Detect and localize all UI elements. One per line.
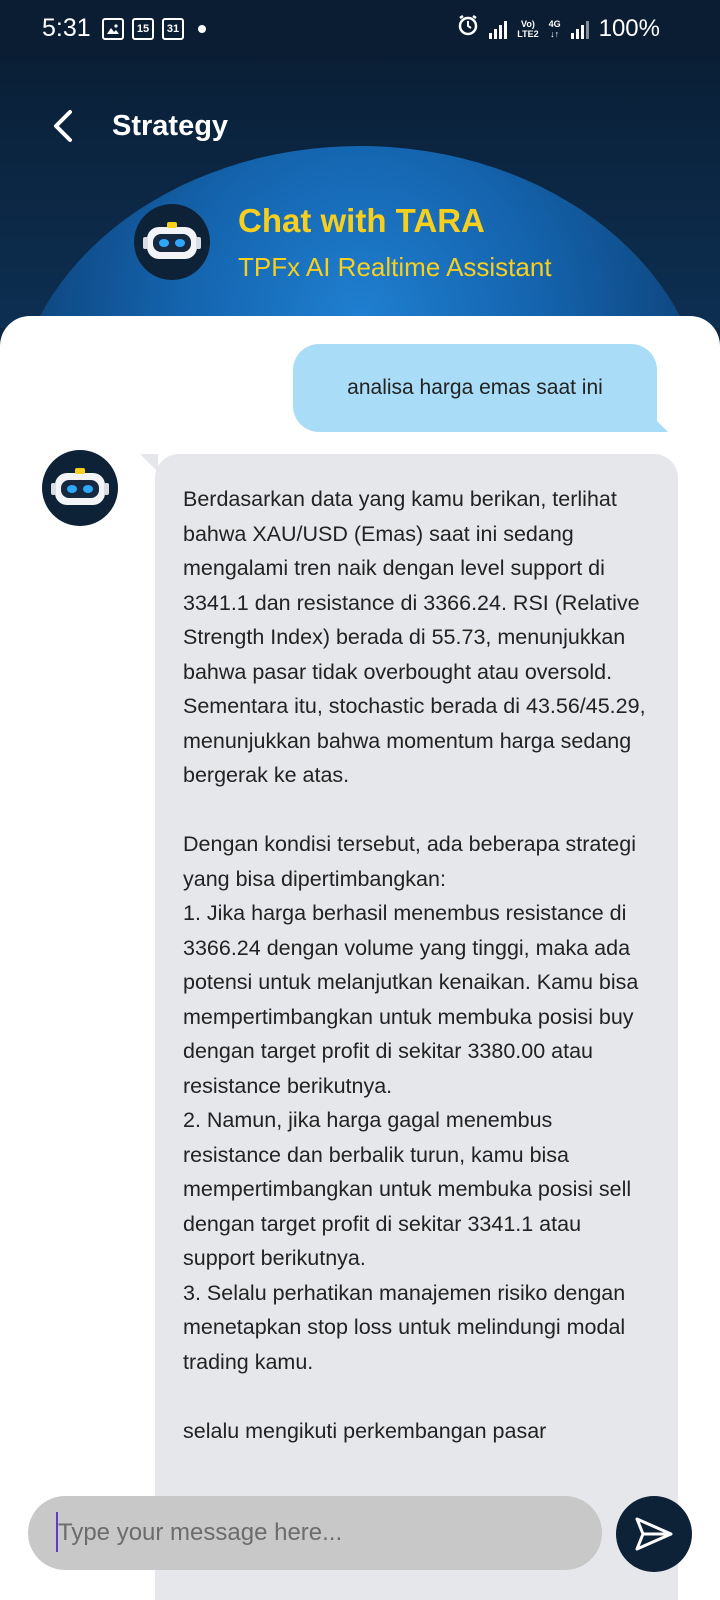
battery-percent: 100%: [598, 14, 660, 42]
bot-message-text: Berdasarkan data yang kamu berikan, terl…: [183, 487, 646, 1443]
robot-icon: [51, 468, 109, 505]
chat-header: Strategy Chat with TARA TPFx AI Realtime…: [0, 58, 720, 328]
user-message-bubble: analisa harga emas saat ini: [293, 344, 657, 432]
signal-icon: [489, 19, 508, 39]
volte-label: Vo) LTE2: [517, 18, 539, 39]
calendar-31-icon: 31: [162, 18, 184, 40]
bot-message-avatar: [42, 450, 118, 526]
user-bubble-tail: [648, 412, 668, 432]
signal-icon-2: [570, 19, 589, 39]
status-notification-icons: 15 31: [102, 18, 206, 40]
status-system-icons: Vo) LTE2 4G ↓↑ 100%: [457, 14, 660, 43]
send-icon: [635, 1517, 673, 1551]
alarm-icon: [457, 14, 479, 43]
back-button[interactable]: [46, 108, 82, 144]
image-icon: [102, 18, 124, 40]
bot-message-bubble: Berdasarkan data yang kamu berikan, terl…: [155, 454, 678, 1600]
chat-messages[interactable]: analisa harga emas saat ini Berdasarkan …: [0, 316, 720, 1600]
chat-subtitle: TPFx AI Realtime Assistant: [238, 252, 552, 282]
calendar-15-icon: 15: [132, 18, 154, 40]
text-caret: [56, 1512, 58, 1552]
status-bar: 5:31 15 31 Vo) LTE2 4G ↓↑ 100%: [0, 0, 720, 58]
send-button[interactable]: [616, 1496, 692, 1572]
message-input[interactable]: [58, 1504, 578, 1562]
chevron-left-icon: [54, 110, 72, 142]
dot-icon: [198, 25, 206, 33]
bot-avatar: [134, 204, 210, 280]
page-title: Strategy: [112, 110, 229, 142]
status-time: 5:31: [42, 14, 91, 42]
network-type-label: 4G ↓↑: [548, 18, 561, 39]
robot-icon: [143, 222, 201, 259]
chat-title: Chat with TARA: [238, 202, 485, 239]
